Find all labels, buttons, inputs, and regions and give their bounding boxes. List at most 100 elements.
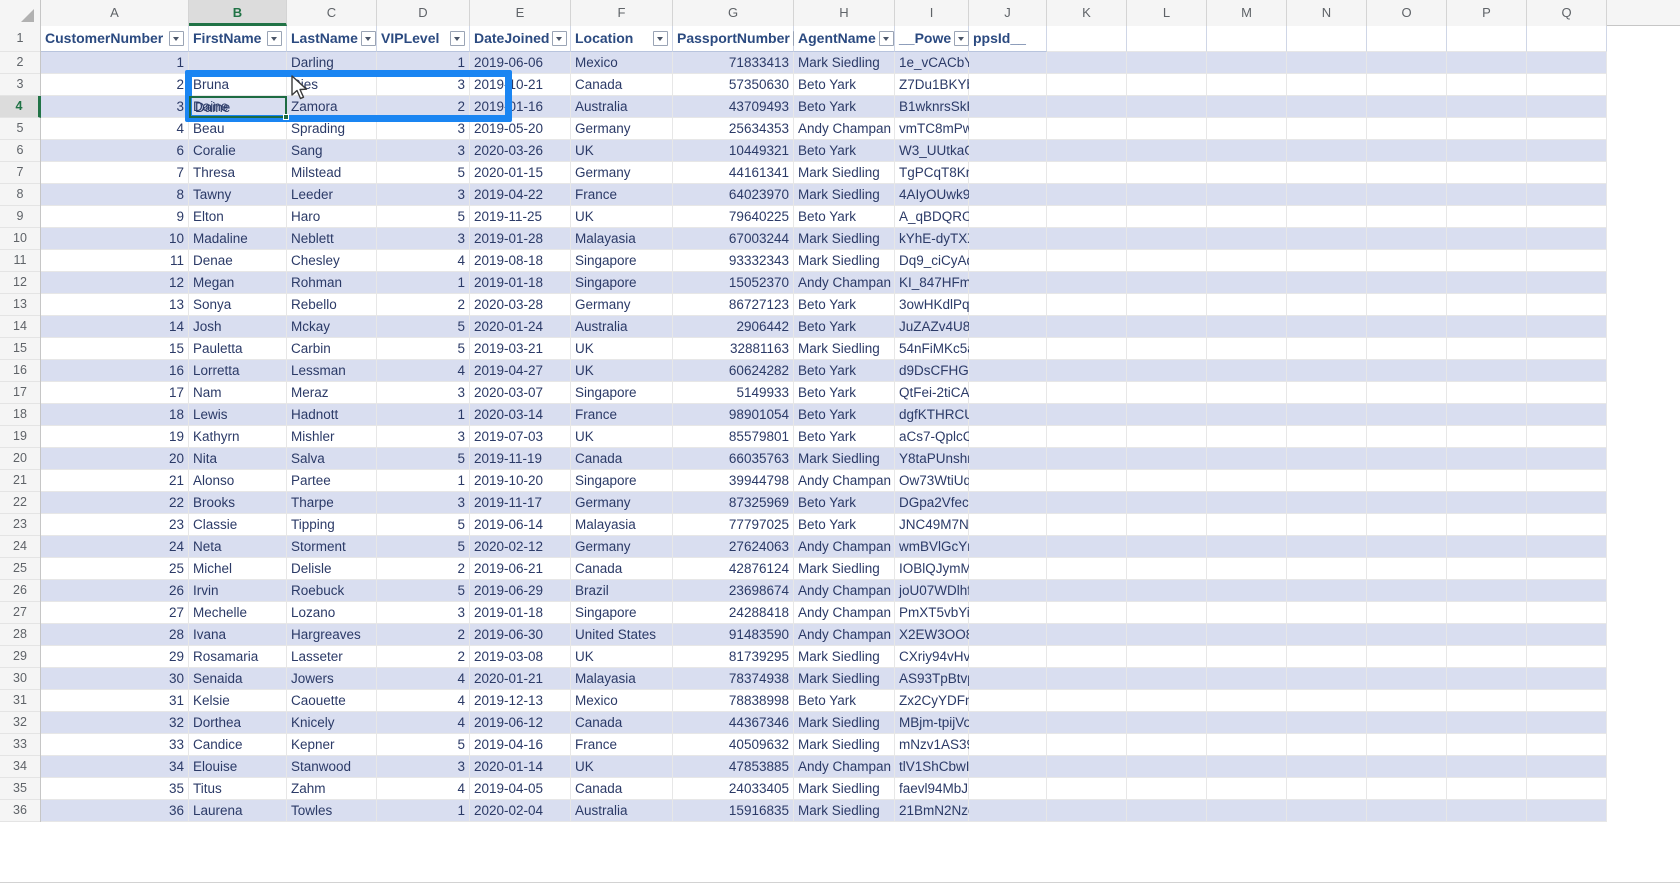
cell[interactable]: 2020-01-21 <box>470 668 571 690</box>
empty-cell[interactable] <box>1447 140 1527 162</box>
row-header-32[interactable]: 32 <box>0 712 40 734</box>
cell[interactable]: 33 <box>41 734 189 756</box>
empty-cell[interactable] <box>1287 690 1367 712</box>
empty-cell[interactable] <box>1127 690 1207 712</box>
empty-cell[interactable] <box>1127 162 1207 184</box>
cell[interactable]: 2019-10-21 <box>470 74 571 96</box>
cell[interactable]: IOBlQJymMkY <box>895 558 988 580</box>
cell[interactable]: 30 <box>41 668 189 690</box>
empty-cell[interactable] <box>1047 382 1127 404</box>
table-row[interactable]: 36 Laurena Towles 1 2020-02-04 Australia 15916… <box>41 800 1680 822</box>
cell[interactable]: 17 <box>41 382 189 404</box>
filter-dropdown-icon[interactable] <box>169 31 184 46</box>
cell[interactable]: 5 <box>377 448 470 470</box>
empty-cell[interactable] <box>1207 426 1287 448</box>
empty-cell[interactable] <box>1207 228 1287 250</box>
cell[interactable]: 86727123 <box>673 294 794 316</box>
cell[interactable]: Denae <box>189 250 287 272</box>
cell[interactable]: Singapore <box>571 250 673 272</box>
empty-cell[interactable] <box>1207 140 1287 162</box>
cell[interactable]: 1 <box>377 470 470 492</box>
empty-cell[interactable] <box>1047 272 1127 294</box>
row-header-28[interactable]: 28 <box>0 624 40 646</box>
cell[interactable]: Storment <box>287 536 377 558</box>
empty-cell[interactable] <box>1047 338 1127 360</box>
cell[interactable]: 28 <box>41 624 189 646</box>
cell[interactable]: Mark Siedling <box>794 668 895 690</box>
empty-cell[interactable] <box>1367 580 1447 602</box>
cell[interactable]: 12 <box>41 272 189 294</box>
empty-cell[interactable] <box>1287 712 1367 734</box>
cell[interactable]: 35 <box>41 778 189 800</box>
empty-cell[interactable] <box>1127 294 1207 316</box>
cell[interactable]: Germany <box>571 492 673 514</box>
cell[interactable]: 2019-06-12 <box>470 712 571 734</box>
row-header-23[interactable]: 23 <box>0 514 40 536</box>
cell[interactable]: Beto Yark <box>794 140 895 162</box>
empty-cell[interactable] <box>1287 624 1367 646</box>
empty-cell[interactable] <box>1367 448 1447 470</box>
empty-cell[interactable] <box>969 580 1047 602</box>
cell[interactable]: 1 <box>377 272 470 294</box>
cell[interactable]: 57350630 <box>673 74 794 96</box>
cell[interactable]: Kelsie <box>189 690 287 712</box>
cell[interactable]: Brazil <box>571 580 673 602</box>
cell[interactable]: Mexico <box>571 52 673 74</box>
cell[interactable]: Josh <box>189 316 287 338</box>
empty-cell[interactable] <box>1367 382 1447 404</box>
cell[interactable]: 4 <box>41 118 189 140</box>
column-header-g[interactable]: G <box>673 0 794 26</box>
cell[interactable]: Pauletta <box>189 338 287 360</box>
empty-cell[interactable] <box>1367 294 1447 316</box>
cell[interactable]: 10 <box>41 228 189 250</box>
empty-cell[interactable] <box>1127 558 1207 580</box>
empty-cell[interactable] <box>1527 316 1607 338</box>
cell[interactable]: Mexico <box>571 690 673 712</box>
empty-cell[interactable] <box>1527 426 1607 448</box>
empty-cell[interactable] <box>1527 470 1607 492</box>
column-header-n[interactable]: N <box>1287 0 1367 26</box>
cell[interactable]: Leeder <box>287 184 377 206</box>
empty-cell[interactable] <box>1287 778 1367 800</box>
cell[interactable]: 5 <box>377 580 470 602</box>
cell[interactable]: Lewis <box>189 404 287 426</box>
cell[interactable]: CXriy94vHvE <box>895 646 979 668</box>
cell[interactable]: 43709493 <box>673 96 794 118</box>
cell[interactable]: 78838998 <box>673 690 794 712</box>
empty-cell[interactable] <box>969 74 1047 96</box>
cell[interactable]: Daine <box>189 96 287 118</box>
empty-cell[interactable] <box>1047 690 1127 712</box>
table-row[interactable]: 31 Kelsie Caouette 4 2019-12-13 Mexico 7883899… <box>41 690 1680 712</box>
empty-cell[interactable] <box>1207 272 1287 294</box>
empty-cell[interactable] <box>969 690 1047 712</box>
cell[interactable]: 4 <box>377 778 470 800</box>
cell[interactable]: QtFei-2tiCA <box>895 382 970 404</box>
cell[interactable]: Canada <box>571 558 673 580</box>
empty-cell[interactable] <box>1047 734 1127 756</box>
empty-cell[interactable] <box>1047 162 1127 184</box>
cell[interactable]: 2020-02-04 <box>470 800 571 822</box>
cell[interactable]: 18 <box>41 404 189 426</box>
cell[interactable]: 20 <box>41 448 189 470</box>
cell[interactable]: PmXT5vbYiHQ <box>895 602 990 624</box>
empty-cell[interactable] <box>1527 338 1607 360</box>
cell[interactable]: Candice <box>189 734 287 756</box>
empty-cell[interactable] <box>1367 206 1447 228</box>
cell[interactable]: Tharpe <box>287 492 377 514</box>
cell[interactable]: 21BmN2Nzdkc <box>895 800 989 822</box>
empty-cell[interactable] <box>969 514 1047 536</box>
cell[interactable]: 2019-11-17 <box>470 492 571 514</box>
table-row[interactable]: 21 Alonso Partee 1 2019-10-20 Singapore 399447… <box>41 470 1680 492</box>
cell[interactable]: Rosamaria <box>189 646 287 668</box>
cell[interactable]: 14 <box>41 316 189 338</box>
empty-cell[interactable] <box>969 624 1047 646</box>
empty-cell[interactable] <box>1527 404 1607 426</box>
cell[interactable]: 3 <box>377 492 470 514</box>
row-header-18[interactable]: 18 <box>0 404 40 426</box>
cell[interactable]: Mark Siedling <box>794 250 895 272</box>
empty-cell[interactable] <box>1287 294 1367 316</box>
empty-cell[interactable] <box>969 712 1047 734</box>
empty-cell[interactable] <box>1527 712 1607 734</box>
empty-cell[interactable] <box>1447 338 1527 360</box>
cell[interactable]: Dq9_ciCyAq8 <box>895 250 982 272</box>
